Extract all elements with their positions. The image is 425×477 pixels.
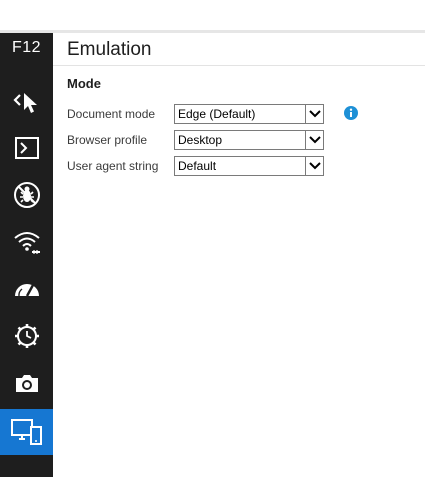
debugger-icon	[12, 180, 42, 210]
browser-profile-select[interactable]: Desktop	[174, 130, 324, 150]
tool-ui-responsiveness[interactable]	[0, 360, 53, 406]
network-icon	[12, 227, 42, 257]
tool-dom-explorer[interactable]	[0, 78, 53, 124]
browser-profile-label: Browser profile	[67, 133, 148, 147]
user-agent-label: User agent string	[67, 159, 159, 173]
console-icon	[12, 133, 42, 163]
browser-profile-row: Browser profile Desktop	[67, 130, 407, 150]
chevron-down-icon[interactable]	[305, 105, 323, 123]
memory-icon	[12, 321, 42, 351]
page-title: Emulation	[67, 39, 152, 60]
tool-console[interactable]	[0, 125, 53, 171]
camera-icon	[12, 368, 42, 398]
chevron-down-icon[interactable]	[305, 157, 323, 175]
section-heading-mode: Mode	[67, 76, 101, 91]
performance-icon	[12, 274, 42, 304]
browser-profile-value: Desktop	[178, 133, 223, 147]
chevron-down-icon[interactable]	[305, 131, 323, 149]
document-mode-label: Document mode	[67, 107, 156, 121]
title-divider	[53, 65, 425, 66]
tool-memory[interactable]	[0, 313, 53, 359]
f12-label: F12	[11, 39, 42, 56]
emulation-icon	[10, 416, 44, 448]
tool-emulation[interactable]	[0, 409, 53, 455]
document-mode-value: Edge (Default)	[178, 107, 256, 121]
emulation-panel: Emulation Mode Document mode Edge (Defau…	[53, 33, 425, 477]
user-agent-value: Default	[178, 159, 217, 173]
user-agent-select[interactable]: Default	[174, 156, 324, 176]
document-mode-select[interactable]: Edge (Default)	[174, 104, 324, 124]
devtools-sidebar: F12	[0, 33, 53, 477]
info-icon[interactable]	[344, 106, 358, 125]
user-agent-row: User agent string Default	[67, 156, 407, 176]
tool-performance[interactable]	[0, 266, 53, 312]
document-mode-row: Document mode Edge (Default)	[67, 104, 407, 124]
top-strip	[0, 0, 425, 30]
tool-network[interactable]	[0, 219, 53, 265]
tool-debugger[interactable]	[0, 172, 53, 218]
dom-explorer-icon	[12, 86, 42, 116]
